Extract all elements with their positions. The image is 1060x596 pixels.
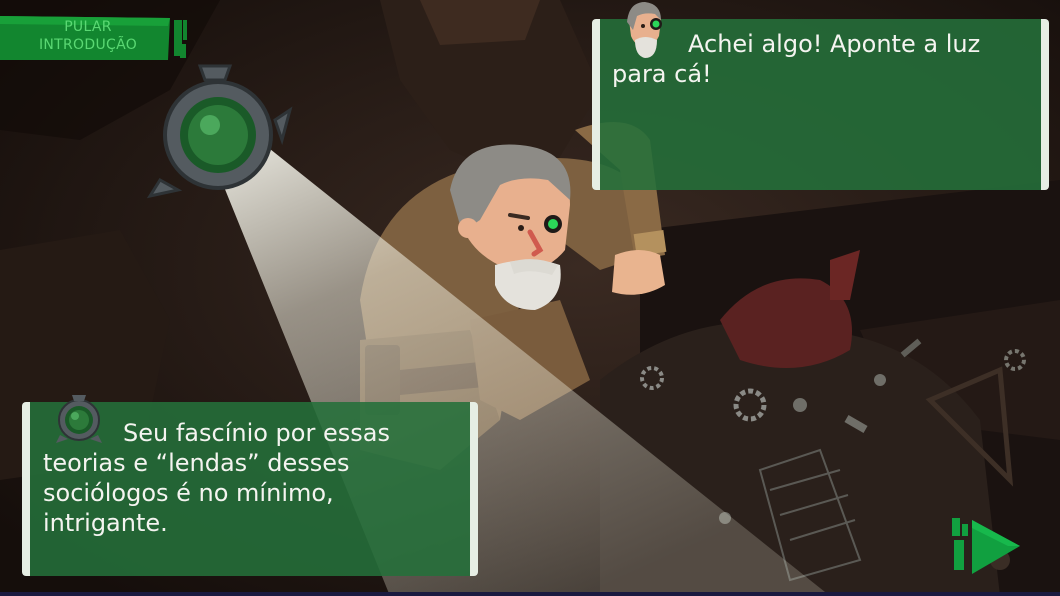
wooden-beam [420, 0, 540, 45]
skip-button-label: PULAR INTRODUÇÃO [8, 18, 168, 54]
skip-label-line2: INTRODUÇÃO [38, 37, 138, 53]
device-avatar-icon [56, 395, 102, 443]
next-arrow-icon[interactable] [948, 514, 1024, 578]
professor-avatar-icon [627, 2, 662, 58]
skip-intro-button[interactable]: PULAR INTRODUÇÃO [0, 14, 190, 62]
bottom-bar [0, 592, 1060, 596]
dialog-text-professor: Achei algo! Aponte a luz para cá! [612, 30, 981, 88]
skip-label-line1: PULAR [64, 19, 112, 35]
